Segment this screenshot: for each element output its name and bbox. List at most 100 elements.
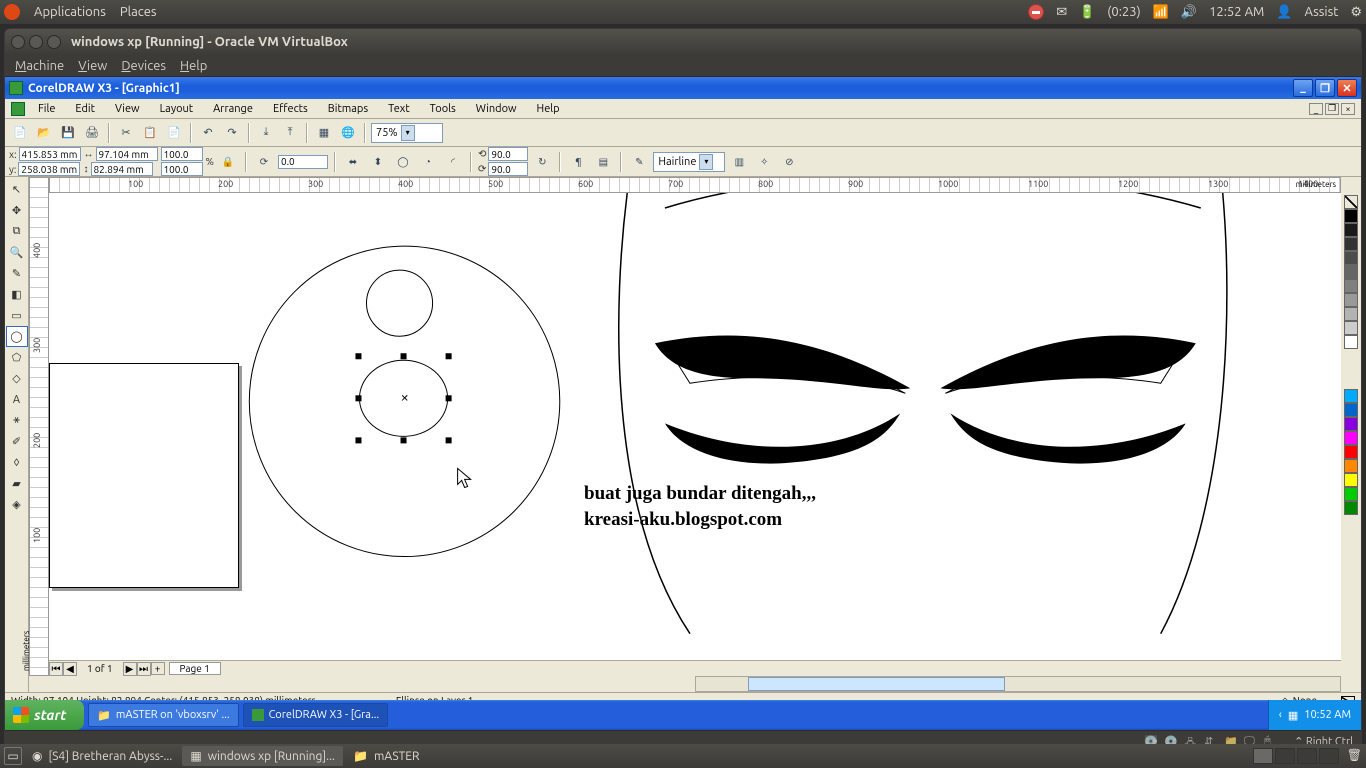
color-swatch[interactable] — [1344, 473, 1358, 487]
color-swatch[interactable] — [1344, 293, 1358, 307]
wrap-text-button[interactable]: ¶ — [567, 151, 589, 173]
vbox-menu-help[interactable]: Help — [180, 59, 207, 73]
tray-arrow-icon[interactable]: ‹ — [1279, 709, 1282, 721]
taskbar-item-corel[interactable]: CorelDRAW X3 - [Gra... — [243, 703, 389, 727]
lock-ratio-button[interactable]: 🔒 — [217, 151, 239, 173]
import-button[interactable]: ⤓ — [255, 122, 277, 144]
panel-task-chrome[interactable]: ◉[S4] Bretheran Abyss-... — [24, 746, 180, 766]
network-icon[interactable]: 📶 — [1153, 5, 1169, 20]
workspace-4[interactable] — [1319, 748, 1339, 764]
color-swatch[interactable] — [1344, 223, 1358, 237]
color-swatch[interactable] — [1344, 487, 1358, 501]
zoom-combo[interactable]: 75% ▾ — [371, 123, 443, 143]
show-desktop-button[interactable]: ▭ — [4, 747, 22, 765]
end-angle-input[interactable]: 90.0 — [488, 162, 528, 176]
shutdown-icon[interactable]: ⚙ — [1350, 5, 1362, 20]
clock[interactable]: 12:52 AM — [1209, 5, 1264, 19]
corel-minimize-button[interactable]: _ — [1293, 79, 1313, 97]
menu-edit[interactable]: Edit — [66, 101, 104, 117]
menu-arrange[interactable]: Arrange — [204, 101, 262, 117]
volume-icon[interactable]: 🔊 — [1181, 5, 1197, 20]
color-swatch[interactable] — [1344, 389, 1358, 403]
new-button[interactable]: 📄 — [9, 122, 31, 144]
pos-x-input[interactable]: 415.853 mm — [19, 147, 81, 161]
height-input[interactable]: 82.894 mm — [91, 162, 153, 176]
color-swatch[interactable] — [1344, 445, 1358, 459]
menu-bitmaps[interactable]: Bitmaps — [319, 101, 377, 117]
corel-titlebar[interactable]: CorelDRAW X3 - [Graphic1] _ ❐ ✕ — [5, 77, 1361, 99]
prev-page-button[interactable]: ◀ — [63, 662, 77, 676]
zoom-tool[interactable]: 🔍 — [6, 242, 28, 263]
app-launcher-button[interactable]: ▦ — [313, 122, 335, 144]
mirror-h-button[interactable]: ⬌ — [342, 151, 364, 173]
start-angle-input[interactable]: 90.0 — [488, 147, 528, 161]
freehand-tool[interactable]: ✎ — [6, 263, 28, 284]
color-swatch[interactable] — [1344, 431, 1358, 445]
scale-y-input[interactable]: 100.0 — [161, 162, 203, 176]
user-menu[interactable]: Assist — [1305, 5, 1339, 19]
applications-menu[interactable]: Applications — [34, 5, 106, 19]
fill-tool[interactable]: ▰ — [6, 473, 28, 494]
doc-restore-button[interactable]: ❐ — [1325, 103, 1339, 115]
to-back-button[interactable]: ▥ — [728, 151, 750, 173]
polygon-tool[interactable]: ⬠ — [6, 347, 28, 368]
color-swatch[interactable] — [1344, 403, 1358, 417]
color-swatch[interactable] — [1344, 459, 1358, 473]
options-button[interactable]: ⊘ — [778, 151, 800, 173]
undo-button[interactable]: ↶ — [197, 122, 219, 144]
color-swatch[interactable] — [1344, 279, 1358, 293]
system-tray[interactable]: ‹ ▦ 10:52 AM — [1268, 700, 1361, 730]
save-button[interactable]: 💾 — [57, 122, 79, 144]
battery-icon[interactable]: 🔋 — [1079, 5, 1095, 20]
arc-button[interactable]: ◜ — [442, 151, 464, 173]
first-page-button[interactable]: ⏮ — [49, 662, 63, 676]
pick-tool[interactable]: ↖ — [6, 179, 28, 200]
convert-curves-button[interactable]: ✧ — [753, 151, 775, 173]
color-swatch[interactable] — [1344, 335, 1358, 349]
menu-help[interactable]: Help — [528, 101, 569, 117]
open-button[interactable]: 📂 — [33, 122, 55, 144]
menu-text[interactable]: Text — [379, 101, 419, 117]
text-tool[interactable]: A — [6, 389, 28, 410]
vbox-menu-machine[interactable]: Machine — [15, 59, 64, 73]
doc-minimize-button[interactable]: _ — [1309, 103, 1323, 115]
smart-fill-tool[interactable]: ◧ — [6, 284, 28, 305]
color-swatch[interactable] — [1344, 501, 1358, 515]
vbox-maximize-button[interactable] — [47, 35, 61, 49]
interactive-fill-tool[interactable]: ◈ — [6, 494, 28, 515]
vbox-close-button[interactable] — [11, 35, 25, 49]
outline-dropdown-icon[interactable]: ▾ — [699, 154, 713, 170]
copy-button[interactable]: 📋 — [139, 122, 161, 144]
last-page-button[interactable]: ⏭ — [137, 662, 151, 676]
color-swatch[interactable] — [1344, 307, 1358, 321]
export-button[interactable]: ⤒ — [279, 122, 301, 144]
menu-view[interactable]: View — [106, 101, 149, 117]
rectangle-tool[interactable]: ▭ — [6, 305, 28, 326]
eyedropper-tool[interactable]: ✐ — [6, 431, 28, 452]
workspace-3[interactable] — [1297, 748, 1317, 764]
drawing-canvas[interactable]: ✕ buat juga bundar ditengah,,, k — [49, 193, 1341, 660]
corel-close-button[interactable]: ✕ — [1337, 79, 1357, 97]
shape-tool[interactable]: ✥ — [6, 200, 28, 221]
cut-button[interactable]: ✂ — [115, 122, 137, 144]
next-page-button[interactable]: ▶ — [123, 662, 137, 676]
mirror-v-button[interactable]: ⬍ — [367, 151, 389, 173]
outline-tool[interactable]: ◊ — [6, 452, 28, 473]
pos-y-input[interactable]: 258.038 mm — [18, 162, 80, 176]
tray-vbox-icon[interactable]: ▦ — [1288, 709, 1298, 722]
places-menu[interactable]: Places — [120, 5, 157, 19]
print-button[interactable]: 🖨 — [81, 122, 103, 144]
start-button[interactable]: start — [5, 700, 84, 730]
taskbar-item-folder[interactable]: 📁 mASTER on 'vboxsrv' ... — [88, 703, 238, 727]
paste-button[interactable]: 📄 — [163, 122, 185, 144]
menu-file[interactable]: File — [29, 101, 64, 117]
interactive-tool[interactable]: ⚹ — [6, 410, 28, 431]
vbox-titlebar[interactable]: windows xp [Running] - Oracle VM Virtual… — [5, 29, 1361, 55]
corel-online-button[interactable]: 🌐 — [337, 122, 359, 144]
doc-close-button[interactable]: × — [1341, 103, 1355, 115]
ellipse-tool[interactable]: ◯ — [6, 326, 28, 347]
menu-layout[interactable]: Layout — [151, 101, 203, 117]
trash-icon[interactable]: 🗑 — [1347, 748, 1362, 764]
add-page-button[interactable]: + — [151, 662, 165, 675]
color-swatch[interactable] — [1344, 265, 1358, 279]
